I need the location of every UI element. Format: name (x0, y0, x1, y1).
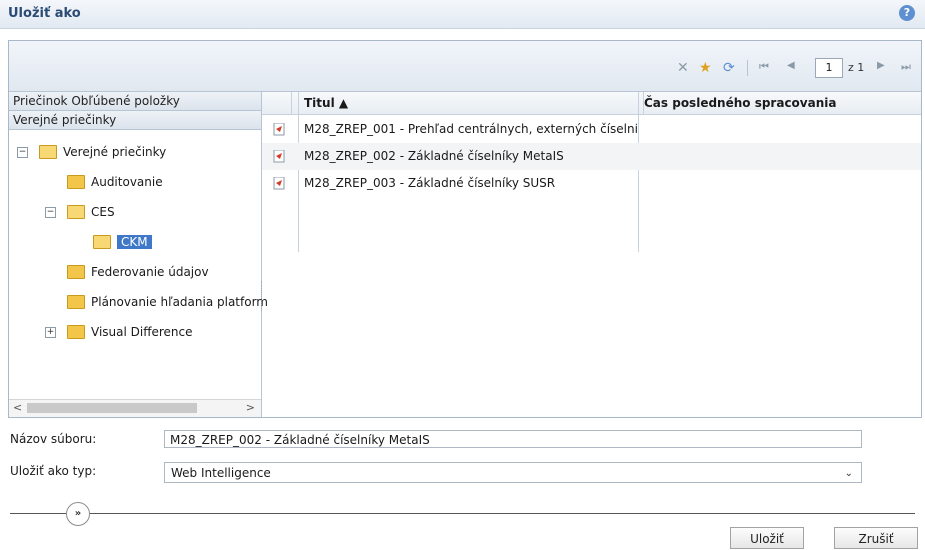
item-title: M28_ZREP_001 - Prehľad centrálnych, exte… (304, 122, 637, 136)
tree-node-planovanie[interactable]: Plánovanie hľadania platform (67, 292, 268, 312)
delete-icon[interactable]: ✕ (677, 60, 689, 76)
collapse-icon[interactable]: − (45, 207, 56, 218)
list-item[interactable]: M28_ZREP_002 - Základné číselníky MetaIS (262, 143, 921, 170)
last-page-icon[interactable]: ⏭ (901, 60, 911, 74)
file-browser: ✕ ★ ⟳ ⏮ ◀ 1 z 1 ▶ ⏭ Priečinok Obľúbené p… (8, 40, 922, 418)
dialog-title: Uložiť ako (8, 6, 81, 21)
filename-label: Názov súboru: (10, 432, 97, 446)
type-label: Uložiť ako typ: (10, 464, 97, 478)
chevron-down-icon: ⌄ (844, 468, 853, 479)
new-folder-icon[interactable]: ★ (699, 60, 712, 76)
first-page-icon[interactable]: ⏮ (759, 60, 769, 74)
expand-options-button[interactable]: » (66, 502, 90, 526)
tree-node-auditovanie[interactable]: Auditovanie (67, 172, 163, 192)
page-count: z 1 (848, 61, 865, 74)
horizontal-scrollbar[interactable]: < > (9, 399, 261, 417)
toolbar: ✕ ★ ⟳ ⏮ ◀ 1 z 1 ▶ ⏭ (9, 41, 921, 92)
save-button[interactable]: Uložiť (730, 527, 804, 549)
webi-document-icon (273, 123, 285, 136)
cancel-button[interactable]: Zrušiť (834, 527, 918, 549)
item-title: M28_ZREP_003 - Základné číselníky SUSR (304, 176, 556, 190)
header-icon-column (262, 92, 292, 114)
open-folder-icon (93, 234, 111, 249)
folder-icon (67, 324, 85, 339)
folder-icon (67, 174, 85, 189)
folder-tree: − Verejné priečinky Auditovanie − CES CK… (9, 130, 268, 380)
folder-icon (67, 264, 85, 279)
tree-node-public-folders[interactable]: − Verejné priečinky (17, 142, 166, 162)
prev-page-icon[interactable]: ◀ (787, 60, 795, 71)
column-title[interactable]: Titul ▲ (298, 92, 644, 114)
webi-document-icon (273, 150, 285, 163)
toolbar-separator (747, 60, 748, 76)
scroll-left-icon[interactable]: < (13, 401, 22, 414)
document-list: Titul ▲ Čas posledného spracovania M28_Z… (262, 92, 921, 417)
refresh-icon[interactable]: ⟳ (723, 60, 735, 76)
folder-icon (67, 204, 85, 219)
tree-node-federovanie[interactable]: Federovanie údajov (67, 262, 209, 282)
tree-node-ces[interactable]: − CES (45, 202, 115, 222)
type-select-value: Web Intelligence (171, 466, 271, 480)
scroll-right-icon[interactable]: > (246, 401, 255, 414)
help-icon[interactable]: ? (899, 5, 915, 21)
divider (10, 513, 915, 514)
filename-input[interactable]: M28_ZREP_002 - Základné číselníky MetaIS (164, 430, 862, 448)
webi-document-icon (273, 177, 285, 190)
type-select[interactable]: Web Intelligence ⌄ (164, 462, 862, 483)
tab-favorites[interactable]: Priečinok Obľúbené položky (9, 92, 261, 111)
next-page-icon[interactable]: ▶ (877, 60, 885, 71)
list-item[interactable]: M28_ZREP_001 - Prehľad centrálnych, exte… (262, 116, 921, 143)
dialog-titlebar: Uložiť ako ? (0, 0, 925, 29)
item-title: M28_ZREP_002 - Základné číselníky MetaIS (304, 149, 564, 163)
collapse-icon[interactable]: − (17, 147, 28, 158)
tree-node-visual-difference[interactable]: + Visual Difference (45, 322, 193, 342)
expand-icon[interactable]: + (45, 327, 56, 338)
scrollbar-thumb[interactable] (27, 403, 197, 413)
folder-icon (67, 294, 85, 309)
folder-panel: Priečinok Obľúbené položky Verejné prieč… (9, 92, 268, 417)
page-number-input[interactable]: 1 (815, 58, 843, 78)
list-item[interactable]: M28_ZREP_003 - Základné číselníky SUSR (262, 170, 921, 197)
list-header: Titul ▲ Čas posledného spracovania (262, 92, 921, 115)
tab-public-folders[interactable]: Verejné priečinky (9, 111, 261, 130)
column-last-run[interactable]: Čas posledného spracovania (638, 92, 921, 114)
folder-icon (39, 144, 57, 159)
tree-node-ckm[interactable]: CKM (93, 232, 152, 252)
